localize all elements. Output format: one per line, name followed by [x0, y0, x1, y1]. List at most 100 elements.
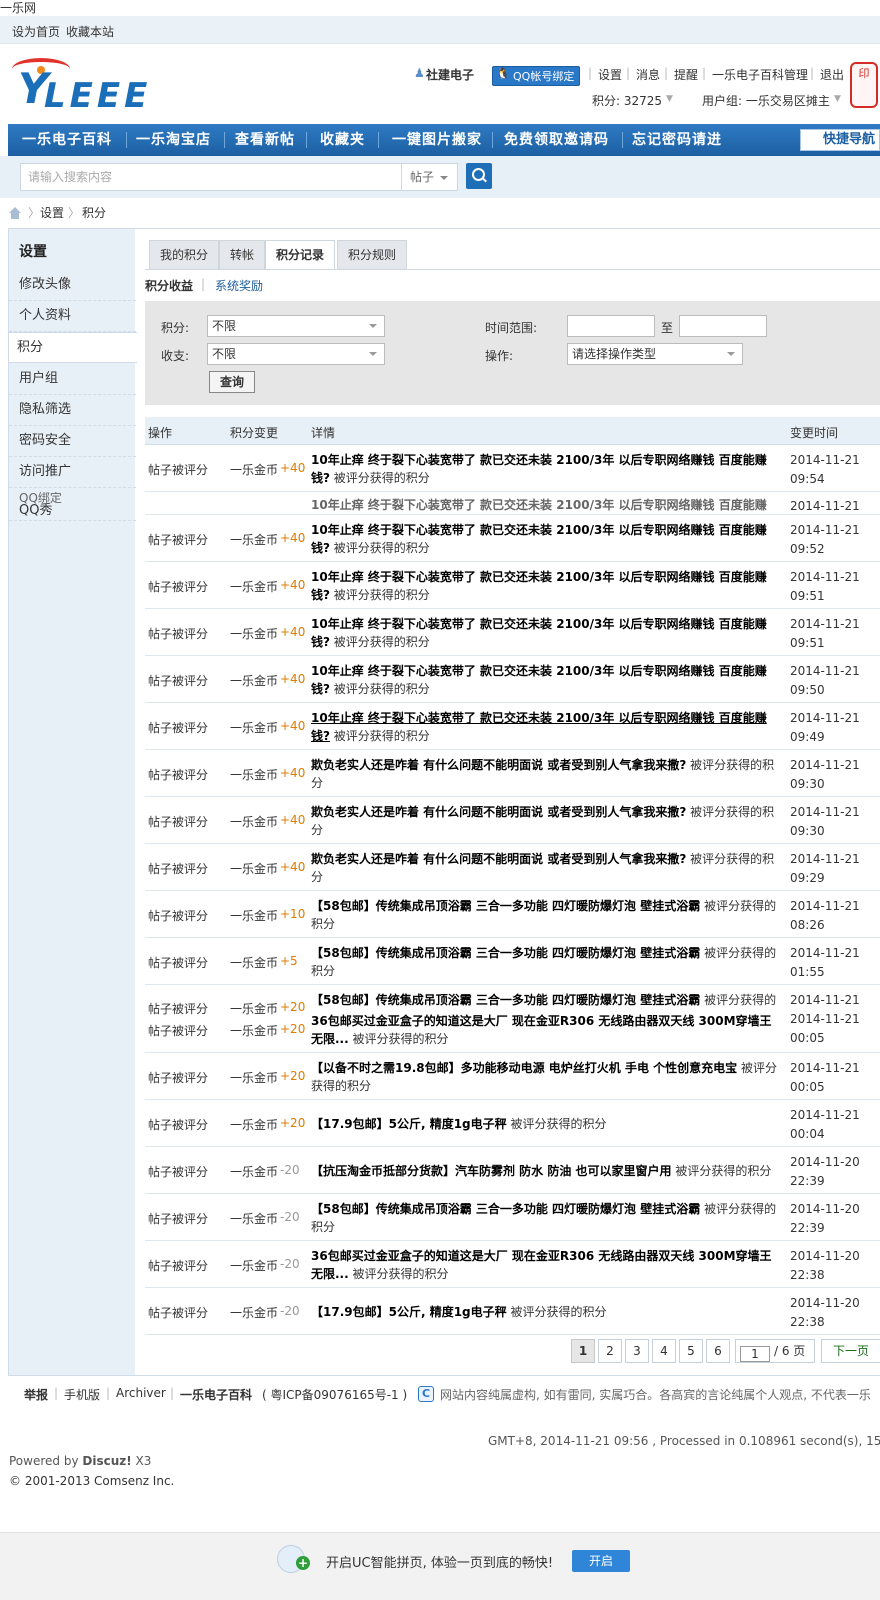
username-link[interactable]: 社建电子 [426, 66, 474, 83]
header-points-change: 积分变更 [230, 426, 279, 440]
page-4-button[interactable]: 4 [652, 1339, 676, 1363]
header-operation: 操作 [148, 426, 173, 440]
points-dropdown[interactable]: 积分: 32725 [592, 92, 662, 109]
points-amount: -20 [280, 1257, 300, 1271]
search-button[interactable] [466, 163, 492, 189]
search-input[interactable]: 请输入搜索内容 [20, 163, 402, 191]
breadcrumb-separator: 〉 [28, 206, 41, 220]
post-link[interactable]: 欺负老实人还是咋着 有什么问题不能明面说 或者受到别人气拿我来撒? [311, 758, 686, 772]
usergroup-dropdown[interactable]: 用户组: 一乐交易区摊主 [702, 92, 830, 109]
nav-item-invite-code[interactable]: 免费领取邀请码 [504, 124, 609, 156]
time-text: 22:38 [790, 1268, 825, 1282]
bookmark-link[interactable]: 收藏本站 [66, 23, 114, 40]
nav-item-favorites[interactable]: 收藏夹 [320, 124, 365, 156]
sidebar-item-privacy[interactable]: 隐私筛选 [9, 395, 136, 426]
page-jump: 1 / 6 页 [735, 1339, 815, 1363]
operation-type-select[interactable]: 请选择操作类型 [567, 343, 743, 365]
sidebar-item-points[interactable]: 积分 [9, 332, 137, 363]
messages-link[interactable]: 消息 [636, 66, 660, 83]
sidebar-item-avatar[interactable]: 修改头像 [9, 270, 136, 301]
site-name-link[interactable]: 一乐电子百科 [180, 1386, 252, 1403]
sidebar-item-promotion[interactable]: 访问推广 [9, 457, 136, 488]
page-2-button[interactable]: 2 [598, 1339, 622, 1363]
post-link[interactable]: 【58包邮】传统集成吊顶浴霸 三合一多功能 四灯暖防爆灯泡 壁挂式浴霸 [311, 993, 700, 1007]
settings-link[interactable]: 设置 [598, 66, 622, 83]
sidebar-item-profile[interactable]: 个人资料 [9, 301, 136, 332]
icp-link[interactable]: ( 粤ICP备09076165号-1 ) [262, 1386, 407, 1403]
points-type-cell: 一乐金币 [230, 1024, 279, 1038]
post-link[interactable]: 【58包邮】传统集成吊顶浴霸 三合一多功能 四灯暖防爆灯泡 壁挂式浴霸 [311, 1202, 700, 1216]
post-link[interactable]: 【58包邮】传统集成吊顶浴霸 三合一多功能 四灯暖防爆灯泡 壁挂式浴霸 [311, 899, 700, 913]
set-home-link[interactable]: 设为首页 [12, 23, 60, 40]
separator: | [54, 1386, 59, 1400]
post-link[interactable]: 10年止痒 终于裂下心装宽带了 款已交还未装 2100/3年 以后专职网络赚钱 … [311, 498, 767, 514]
tab-points-log[interactable]: 积分记录 [265, 240, 336, 270]
mobile-link[interactable]: 手机版 [64, 1386, 100, 1403]
discuz-link[interactable]: Discuz! [82, 1454, 131, 1468]
page-6-button[interactable]: 6 [706, 1339, 730, 1363]
tab-my-points[interactable]: 我的积分 [149, 240, 220, 269]
detail-cell: 欺负老实人还是咋着 有什么问题不能明面说 或者受到别人气拿我来撒? 被评分获得的… [311, 756, 785, 792]
post-link[interactable]: 【抗压淘金币抵部分货款】汽车防雾剂 防水 防油 也可以家里窗户用 [311, 1164, 672, 1178]
post-link[interactable]: 【58包邮】传统集成吊顶浴霸 三合一多功能 四灯暖防爆灯泡 壁挂式浴霸 [311, 946, 700, 960]
time-text: 09:52 [790, 542, 825, 556]
detail-cell: 欺负老实人还是咋着 有什么问题不能明面说 或者受到别人气拿我来撒? 被评分获得的… [311, 803, 785, 839]
quick-nav-button[interactable]: 快捷导航 [800, 129, 880, 151]
points-type-cell: 一乐金币 [230, 1071, 279, 1085]
logout-link[interactable]: 退出 [820, 66, 844, 83]
sidebar-item-usergroup[interactable]: 用户组 [9, 364, 136, 395]
page-3-button[interactable]: 3 [625, 1339, 649, 1363]
subtab-system-reward[interactable]: 系统奖励 [215, 277, 263, 294]
inout-filter-select[interactable]: 不限 [207, 343, 385, 365]
page-5-button[interactable]: 5 [679, 1339, 703, 1363]
page-1-button[interactable]: 1 [571, 1339, 595, 1363]
nav-item-new-posts[interactable]: 查看新帖 [235, 124, 295, 156]
query-button[interactable]: 查询 [209, 371, 255, 393]
cnzz-icon[interactable] [418, 1386, 434, 1402]
post-link[interactable]: 【17.9包邮】5公斤, 精度1g电子秤 [311, 1117, 507, 1131]
inout-filter-label: 收支: [161, 349, 190, 363]
points-filter-select[interactable]: 不限 [207, 315, 385, 337]
post-link[interactable]: 欺负老实人还是咋着 有什么问题不能明面说 或者受到别人气拿我来撒? [311, 852, 686, 866]
chevron-down-icon[interactable]: ▼ [666, 94, 673, 104]
time-cell: 2014-11-21 09:49 [790, 709, 860, 747]
filter-form: 积分: 不限 收支: 不限 时间范围: 至 操作: 请选择操作类型 查询 [145, 301, 880, 405]
end-date-input[interactable] [679, 315, 767, 337]
notifications-link[interactable]: 提醒 [674, 66, 698, 83]
uc-enable-button[interactable]: 开启 [572, 1550, 630, 1572]
sidebar-item-password[interactable]: 密码安全 [9, 426, 136, 457]
tab-transfer[interactable]: 转帐 [219, 240, 266, 269]
tab-points-rules[interactable]: 积分规则 [337, 240, 408, 269]
archiver-link[interactable]: Archiver [116, 1386, 166, 1400]
chevron-down-icon[interactable]: ▼ [834, 94, 841, 104]
breadcrumb-settings[interactable]: 设置 [40, 204, 64, 221]
start-date-input[interactable] [567, 315, 655, 337]
operation-cell: 帖子被评分 [148, 1212, 209, 1226]
subtab-income[interactable]: 积分收益 [145, 277, 193, 294]
nav-item-image-move[interactable]: 一键图片搬家 [392, 124, 482, 156]
sidebar-item-qq-show[interactable]: QQ秀 [9, 501, 136, 521]
next-page-button[interactable]: 下一页 [821, 1339, 880, 1363]
report-link[interactable]: 举报 [24, 1386, 48, 1403]
points-type-cell: 一乐金币 [230, 1165, 279, 1179]
home-icon[interactable] [8, 207, 22, 219]
post-link[interactable]: 【以备不时之需19.8包邮】多功能移动电源 电炉丝打火机 手电 个性创意充电宝 [311, 1061, 737, 1075]
nav-item-baike[interactable]: 一乐电子百科 [22, 124, 112, 156]
page-jump-input[interactable]: 1 [740, 1346, 770, 1362]
post-link[interactable]: 【17.9包邮】5公斤, 精度1g电子秤 [311, 1305, 507, 1319]
nav-item-taobao[interactable]: 一乐淘宝店 [136, 124, 211, 156]
time-range-label: 时间范围: [485, 321, 538, 335]
admin-link[interactable]: 一乐电子百科管理 [712, 66, 808, 83]
table-row: 帖子被评分 一乐金币 +40 欺负老实人还是咋着 有什么问题不能明面说 或者受到… [145, 845, 880, 891]
date-text: 2014-11-21 [790, 664, 860, 678]
qq-bind-button[interactable]: QQ帐号绑定 [492, 66, 581, 86]
points-type-cell: 一乐金币 [230, 533, 279, 547]
separator: | [588, 66, 593, 80]
site-logo[interactable]: Y LEEE [10, 56, 160, 116]
separator: | [810, 66, 815, 80]
post-link[interactable]: 欺负老实人还是咋着 有什么问题不能明面说 或者受到别人气拿我来撒? [311, 805, 686, 819]
nav-item-forgot-password[interactable]: 忘记密码请进 [632, 124, 722, 156]
time-text: 22:39 [790, 1221, 825, 1235]
time-cell: 2014-11-21 09:30 [790, 803, 860, 841]
search-type-select[interactable]: 帖子 [402, 163, 458, 191]
